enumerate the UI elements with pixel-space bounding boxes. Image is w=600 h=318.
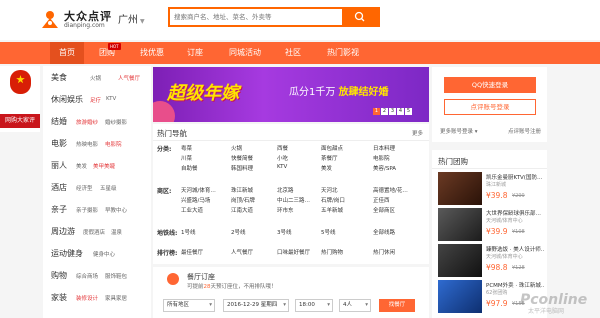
hot-navigation: 热门导航 更多 分类: 粤菜 火锅 西餐 面包甜点 日本料理 川菜 快餐简餐 小吃 茶餐厅 电影… [153,124,429,264]
nav-booking[interactable]: 订座 [180,42,210,64]
booking-icon [167,273,179,285]
nav-deals[interactable]: 找优惠 [132,42,172,64]
nav-home[interactable]: 首页 [50,42,84,64]
login-panel: QQ快速登录 点评账号登录 更多账号登录 ▾ 点评账号注册 [432,67,547,142]
banner-page[interactable]: 1 [373,108,380,115]
category-wedding[interactable]: 结婚 旅游婚纱 婚纱摄影 [43,114,151,132]
deal-item[interactable]: 凯乐金曼厨KTV(国防… 珠江新城 ¥39.8 ¥299 [438,172,543,207]
site-logo[interactable]: 大众点评 dianping.com [40,7,120,33]
search-box [168,7,380,27]
category-movie[interactable]: 电影 热映电影 电影院 [43,136,151,154]
category-food[interactable]: 美食 火锅 人气餐厅 [43,70,151,88]
hot-tag: HOT [108,43,121,50]
nav-city-events[interactable]: 同城活动 [222,42,268,64]
nav-movies[interactable]: 热门影视 [318,42,368,64]
promo-banner[interactable]: 超级年嫁 瓜分1千万 放肆结好婚 12345 [153,67,429,122]
category-trip[interactable]: 周边游 度假酒店 温泉 [43,224,151,242]
chevron-down-icon: ▾ [209,302,212,308]
dianping-login-button[interactable]: 点评账号登录 [444,99,536,115]
restaurant-booking: 餐厅订座 可提前28天预订座位，不用排队哦！ 所有地区 ▾ 2016-12-29 … [153,267,429,318]
date-select[interactable]: 2016-12-29 星期四 ▾ [223,299,289,312]
deal-image [438,172,482,205]
nav-community[interactable]: 社区 [278,42,308,64]
booking-title: 餐厅订座 [187,273,215,281]
banner-page[interactable]: 5 [405,108,412,115]
chevron-down-icon: ▾ [327,302,330,308]
hot-nav-title: 热门导航 [157,129,187,138]
deal-item[interactable]: 大世界保龄球俱乐部… 天河城/体育中心 ¥39.9 ¥108 [438,208,543,243]
category-sports[interactable]: 运动健身 健身中心 [43,246,151,264]
watermark-sub: 太平洋电脑网 [528,308,565,315]
banner-subtitle: 瓜分1千万 放肆结好婚 [289,87,389,98]
emblem-icon [10,70,31,94]
chevron-down-icon: ▾ [283,302,286,308]
chevron-down-icon: ▼ [140,18,145,25]
banner-headline: 超级年嫁 [167,83,239,104]
search-icon [354,11,365,22]
category-kids[interactable]: 亲子 亲子摄影 早教中心 [43,202,151,220]
consumer-badge[interactable]: 网购大家评 [0,66,40,132]
deal-image [438,208,482,241]
find-restaurant-button[interactable]: 找餐厅 [379,299,415,312]
banner-page[interactable]: 2 [381,108,388,115]
chevron-down-icon: ▾ [365,302,368,308]
search-button[interactable] [342,9,378,25]
hot-deals-title: 热门团购 [438,157,468,166]
logo-mark-icon [42,11,58,28]
booking-desc: 可提前28天预订座位，不用排队哦！ [187,284,277,290]
city-selector[interactable]: 广州 ▼ [118,11,145,26]
divider [432,168,547,169]
banner-pager: 12345 [373,107,413,115]
deal-image [438,280,482,313]
people-select[interactable]: 4人 ▾ [339,299,371,312]
register-link[interactable]: 点评账号注册 [508,127,541,135]
main-nav: 首页 团购 HOT 找优惠 订座 同城活动 社区 热门影视 [0,42,600,64]
deal-image [438,244,482,277]
category-menu: 美食 火锅 人气餐厅 休闲娱乐 足疗 KTV 结婚 旅游婚纱 婚纱摄影 电影 热映电影 电影院 … [43,66,151,318]
area-select[interactable]: 所有地区 ▾ [163,299,215,312]
more-login-link[interactable]: 更多账号登录 ▾ [440,127,478,135]
search-input[interactable] [170,9,342,25]
category-beauty[interactable]: 丽人 美发 美甲美睫 [43,158,151,176]
city-name: 广州 [118,15,138,26]
banner-page[interactable]: 3 [389,108,396,115]
time-select[interactable]: 18:00 ▾ [295,299,333,312]
logo-en: dianping.com [64,22,105,29]
category-home[interactable]: 家装 装修设计 家具家居 [43,290,151,308]
hot-nav-more-link[interactable]: 更多 [412,129,423,137]
category-shopping[interactable]: 购物 综合商场 服饰鞋包 [43,268,151,286]
banner-page[interactable]: 4 [397,108,404,115]
badge-label: 网购大家评 [0,114,40,128]
divider [153,140,429,141]
deal-item[interactable]: 臻野选饭 · 美人设计师… 天河城/体育中心 ¥98.8 ¥128 [438,244,544,279]
category-leisure[interactable]: 休闲娱乐 足疗 KTV [43,92,151,110]
category-hotel[interactable]: 酒店 经济型 五星级 [43,180,151,198]
qq-login-button[interactable]: QQ快速登录 [444,77,536,93]
